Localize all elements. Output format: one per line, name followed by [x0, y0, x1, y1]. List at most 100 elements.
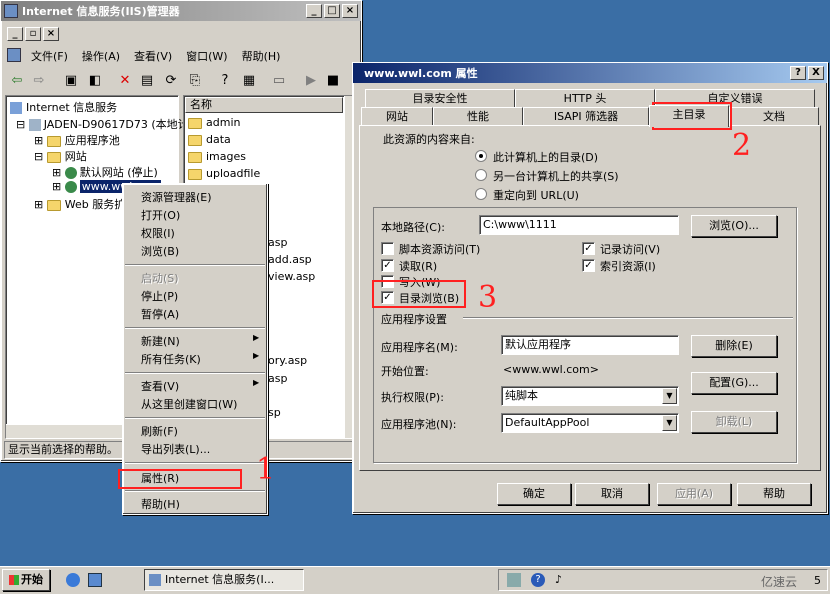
list-item[interactable]: add.asp: [268, 253, 312, 266]
chevron-down-icon[interactable]: ▼: [662, 415, 677, 431]
menu-help[interactable]: 帮助(H): [242, 48, 281, 64]
app-name-input[interactable]: 默认应用程序: [501, 335, 679, 355]
local-path-input[interactable]: C:\www\1111: [479, 215, 679, 235]
mdi-minimize-button[interactable]: _: [7, 27, 23, 41]
app-pool-select[interactable]: DefaultAppPool ▼: [501, 413, 679, 433]
menu-bar: 文件(F) 操作(A) 查看(V) 窗口(W) 帮助(H): [7, 48, 280, 64]
radio-local-dir[interactable]: [475, 150, 487, 162]
menu-item-explore[interactable]: 资源管理器(E): [141, 189, 212, 205]
menu-item-refresh[interactable]: 刷新(F): [141, 423, 178, 439]
tree-web-ext[interactable]: ⊞ Web 服务扩: [34, 196, 125, 212]
list-item[interactable]: asp: [268, 372, 287, 385]
browse-button[interactable]: 浏览(O)...: [691, 215, 777, 237]
tab-isapi-filters[interactable]: ISAPI 筛选器: [523, 107, 649, 125]
list-item[interactable]: admin: [188, 116, 240, 129]
menu-item-open[interactable]: 打开(O): [141, 207, 180, 223]
menu-item-browse[interactable]: 浏览(B): [141, 243, 179, 259]
remove-button[interactable]: 删除(E): [691, 335, 777, 357]
stop-icon[interactable]: ■: [325, 73, 341, 89]
index-resource-checkbox[interactable]: ✓: [582, 259, 595, 272]
tree-root[interactable]: Internet 信息服务: [10, 99, 117, 115]
radio-redirect[interactable]: [475, 188, 487, 200]
maximize-button[interactable]: □: [324, 4, 340, 18]
tree-server[interactable]: ⊟ JADEN-D90617D73 (本地计: [16, 116, 189, 132]
network-icon[interactable]: [507, 573, 521, 587]
up-folder-icon[interactable]: ▣: [63, 73, 79, 89]
menu-item-help[interactable]: 帮助(H): [141, 496, 180, 512]
menu-item-permissions[interactable]: 权限(I): [141, 225, 175, 241]
close-title-button[interactable]: X: [808, 66, 824, 80]
chevron-down-icon[interactable]: ▼: [662, 388, 677, 404]
tab-website[interactable]: 网站: [361, 107, 433, 125]
play-icon[interactable]: ▶: [303, 73, 319, 89]
desktop-icon[interactable]: [88, 573, 102, 587]
volume-icon[interactable]: ♪: [555, 573, 562, 586]
menu-window[interactable]: 窗口(W): [186, 48, 227, 64]
export-icon[interactable]: ⎘: [187, 73, 203, 89]
refresh-icon[interactable]: ⟳: [163, 73, 179, 89]
read-checkbox[interactable]: ✓: [381, 259, 394, 272]
menu-item-start[interactable]: 启动(S): [141, 270, 179, 286]
menu-view[interactable]: 查看(V): [134, 48, 172, 64]
annotation-box-dir-browse: [372, 280, 466, 308]
context-menu: 资源管理器(E) 打开(O) 权限(I) 浏览(B) 启动(S) 停止(P) 暂…: [122, 183, 268, 515]
tab-home-directory[interactable]: 主目录: [649, 105, 729, 127]
help-button[interactable]: 帮助: [737, 483, 811, 505]
radio-share[interactable]: [475, 169, 487, 181]
list-item[interactable]: ory.asp: [268, 354, 307, 367]
submenu-arrow-icon: ▶: [253, 351, 260, 360]
back-arrow-icon[interactable]: ⇦: [9, 73, 25, 89]
menu-item-view[interactable]: 查看(V): [141, 378, 179, 394]
show-tree-icon[interactable]: ◧: [87, 73, 103, 89]
list-header[interactable]: 名称: [185, 97, 343, 113]
log-visits-checkbox[interactable]: ✓: [582, 242, 595, 255]
clock[interactable]: 5: [814, 574, 821, 587]
start-button[interactable]: 开始: [2, 569, 50, 591]
tab-documents[interactable]: 文档: [729, 107, 819, 125]
list-item[interactable]: view.asp: [268, 270, 315, 283]
mdi-close-button[interactable]: ×: [43, 27, 59, 41]
props-titlebar[interactable]: www.wwl.com 属性 ? X: [353, 63, 827, 83]
close-button[interactable]: ×: [342, 4, 358, 18]
properties-icon[interactable]: ▤: [139, 73, 155, 89]
tab-performance[interactable]: 性能: [433, 107, 523, 125]
ie-icon[interactable]: [66, 573, 80, 587]
menu-action[interactable]: 操作(A): [82, 48, 120, 64]
apply-button[interactable]: 应用(A): [657, 483, 731, 505]
task-iis-button[interactable]: Internet 信息服务(I...: [144, 569, 304, 591]
tab-directory-security[interactable]: 目录安全性: [365, 89, 515, 107]
minimize-button[interactable]: _: [306, 4, 322, 18]
menu-file[interactable]: 文件(F): [31, 48, 68, 64]
delete-icon[interactable]: ✕: [117, 73, 133, 89]
unload-button[interactable]: 卸载(L): [691, 411, 777, 433]
tree-websites[interactable]: ⊟ 网站: [34, 148, 87, 164]
menu-item-new-window[interactable]: 从这里创建窗口(W): [141, 396, 237, 412]
forward-arrow-icon[interactable]: ⇨: [31, 73, 47, 89]
mdi-restore-button[interactable]: ▫: [25, 27, 41, 41]
menu-item-all-tasks[interactable]: 所有任务(K): [141, 351, 201, 367]
tab-http-headers[interactable]: HTTP 头: [515, 89, 655, 107]
list-item[interactable]: asp: [268, 236, 287, 249]
menu-item-stop[interactable]: 停止(P): [141, 288, 178, 304]
help-title-button[interactable]: ?: [790, 66, 806, 80]
list-item[interactable]: uploadfile: [188, 167, 260, 180]
ok-button[interactable]: 确定: [497, 483, 571, 505]
folder-icon: [46, 135, 61, 147]
list-item[interactable]: sp: [268, 406, 281, 419]
computer-icon[interactable]: ▭: [271, 73, 287, 89]
config-button[interactable]: 配置(G)...: [691, 372, 777, 394]
menu-item-pause[interactable]: 暂停(A): [141, 306, 179, 322]
console-icon[interactable]: ▦: [241, 73, 257, 89]
tree-app-pools[interactable]: ⊞ 应用程序池: [34, 132, 120, 148]
exec-perm-select[interactable]: 纯脚本 ▼: [501, 386, 679, 406]
menu-item-export-list[interactable]: 导出列表(L)...: [141, 441, 210, 457]
script-source-checkbox[interactable]: [381, 242, 394, 255]
tree-default-site[interactable]: ⊞ 默认网站 (停止): [52, 164, 158, 180]
help-icon[interactable]: ?: [217, 73, 233, 89]
help-tray-icon[interactable]: ?: [531, 573, 545, 587]
cancel-button[interactable]: 取消: [575, 483, 649, 505]
menu-item-new[interactable]: 新建(N): [141, 333, 180, 349]
list-item[interactable]: images: [188, 150, 246, 163]
iis-titlebar[interactable]: Internet 信息服务(IIS)管理器 _ □ ×: [1, 1, 361, 21]
list-item[interactable]: data: [188, 133, 231, 146]
